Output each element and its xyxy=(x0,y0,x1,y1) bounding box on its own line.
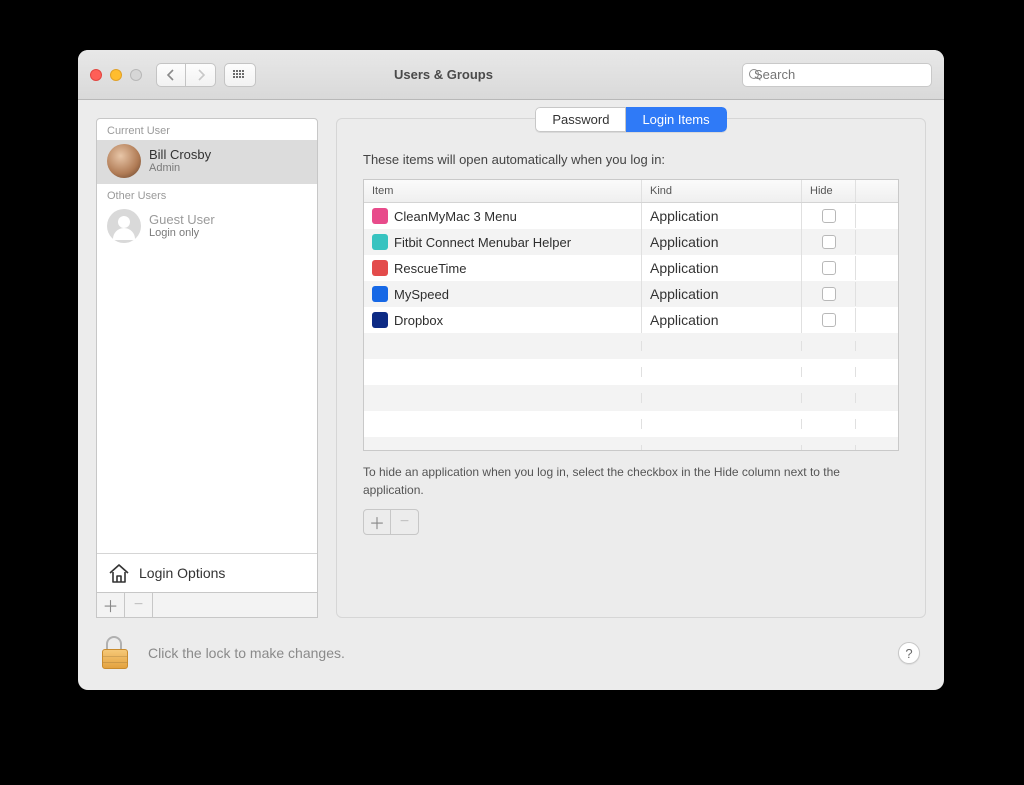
table-row xyxy=(364,333,898,359)
user-role: Login only xyxy=(149,227,215,239)
sidebar-user-current[interactable]: Bill Crosby Admin xyxy=(97,140,317,184)
nav-buttons xyxy=(156,63,216,87)
titlebar: Users & Groups xyxy=(78,50,944,100)
avatar-generic-icon xyxy=(107,209,141,243)
item-kind: Application xyxy=(642,281,802,307)
lock-hint-text: Click the lock to make changes. xyxy=(148,645,345,661)
hide-checkbox[interactable] xyxy=(822,313,836,327)
help-button[interactable]: ? xyxy=(898,642,920,664)
preferences-window: Users & Groups Current User Bill Crosby … xyxy=(78,50,944,690)
back-button[interactable] xyxy=(156,63,186,87)
search-field[interactable] xyxy=(742,63,932,87)
item-name: Dropbox xyxy=(394,313,443,328)
item-name: Fitbit Connect Menubar Helper xyxy=(394,235,571,250)
search-input[interactable] xyxy=(754,67,930,82)
show-all-button[interactable] xyxy=(224,63,256,87)
current-user-label: Current User xyxy=(97,119,317,140)
table-header: Item Kind Hide xyxy=(364,180,898,203)
item-name: MySpeed xyxy=(394,287,449,302)
sidebar-user-guest[interactable]: Guest User Login only xyxy=(97,205,317,249)
table-row[interactable]: Dropbox Application xyxy=(364,307,898,333)
col-kind-header[interactable]: Kind xyxy=(642,180,802,202)
intro-text: These items will open automatically when… xyxy=(363,152,899,167)
table-row xyxy=(364,385,898,411)
app-icon xyxy=(372,312,388,328)
tab-login-items[interactable]: Login Items xyxy=(626,107,726,132)
table-row xyxy=(364,411,898,437)
item-name: CleanMyMac 3 Menu xyxy=(394,209,517,224)
user-name: Bill Crosby xyxy=(149,148,211,163)
col-item-header[interactable]: Item xyxy=(364,180,642,202)
close-window-button[interactable] xyxy=(90,69,102,81)
item-kind: Application xyxy=(642,307,802,333)
forward-button[interactable] xyxy=(186,63,216,87)
app-icon xyxy=(372,286,388,302)
item-name: RescueTime xyxy=(394,261,466,276)
hide-hint-text: To hide an application when you log in, … xyxy=(363,463,899,499)
window-controls xyxy=(90,69,142,81)
add-remove-login-item: ＋ − xyxy=(363,509,419,535)
remove-user-button[interactable]: − xyxy=(125,593,153,617)
users-sidebar: Current User Bill Crosby Admin Other Use… xyxy=(96,118,318,593)
lock-icon[interactable] xyxy=(102,636,130,670)
col-hide-header[interactable]: Hide xyxy=(802,180,856,202)
main-pane: Password Login Items These items will op… xyxy=(336,118,926,618)
add-login-item-button[interactable]: ＋ xyxy=(364,510,391,534)
item-kind: Application xyxy=(642,229,802,255)
item-kind: Application xyxy=(642,203,802,229)
app-icon xyxy=(372,208,388,224)
table-row[interactable]: Fitbit Connect Menubar Helper Application xyxy=(364,229,898,255)
table-row xyxy=(364,437,898,450)
remove-login-item-button[interactable]: − xyxy=(391,510,418,534)
avatar xyxy=(107,144,141,178)
hide-checkbox[interactable] xyxy=(822,261,836,275)
table-body: CleanMyMac 3 MenuApplicationFitbit Conne… xyxy=(364,203,898,450)
grid-icon xyxy=(233,70,247,80)
hide-checkbox[interactable] xyxy=(822,235,836,249)
app-icon xyxy=(372,234,388,250)
hide-checkbox[interactable] xyxy=(822,287,836,301)
tab-password[interactable]: Password xyxy=(535,107,626,132)
house-icon xyxy=(107,562,131,584)
table-row[interactable]: MySpeed Application xyxy=(364,281,898,307)
footer: Click the lock to make changes. ? xyxy=(78,618,944,690)
user-name: Guest User xyxy=(149,213,215,228)
table-row[interactable]: CleanMyMac 3 Menu Application xyxy=(364,203,898,229)
tab-group: Password Login Items xyxy=(535,107,726,132)
app-icon xyxy=(372,260,388,276)
login-options-label: Login Options xyxy=(139,565,225,581)
table-row xyxy=(364,359,898,385)
add-user-button[interactable]: ＋ xyxy=(97,593,125,617)
other-users-label: Other Users xyxy=(97,184,317,205)
minimize-window-button[interactable] xyxy=(110,69,122,81)
login-options-button[interactable]: Login Options xyxy=(97,554,317,592)
login-items-table: Item Kind Hide CleanMyMac 3 Menu Applicat… xyxy=(363,179,899,451)
table-row[interactable]: RescueTime Application xyxy=(364,255,898,281)
zoom-window-button[interactable] xyxy=(130,69,142,81)
item-kind: Application xyxy=(642,255,802,281)
window-title: Users & Groups xyxy=(394,67,493,82)
sidebar-footer: ＋ − xyxy=(96,593,318,618)
hide-checkbox[interactable] xyxy=(822,209,836,223)
user-role: Admin xyxy=(149,162,211,174)
